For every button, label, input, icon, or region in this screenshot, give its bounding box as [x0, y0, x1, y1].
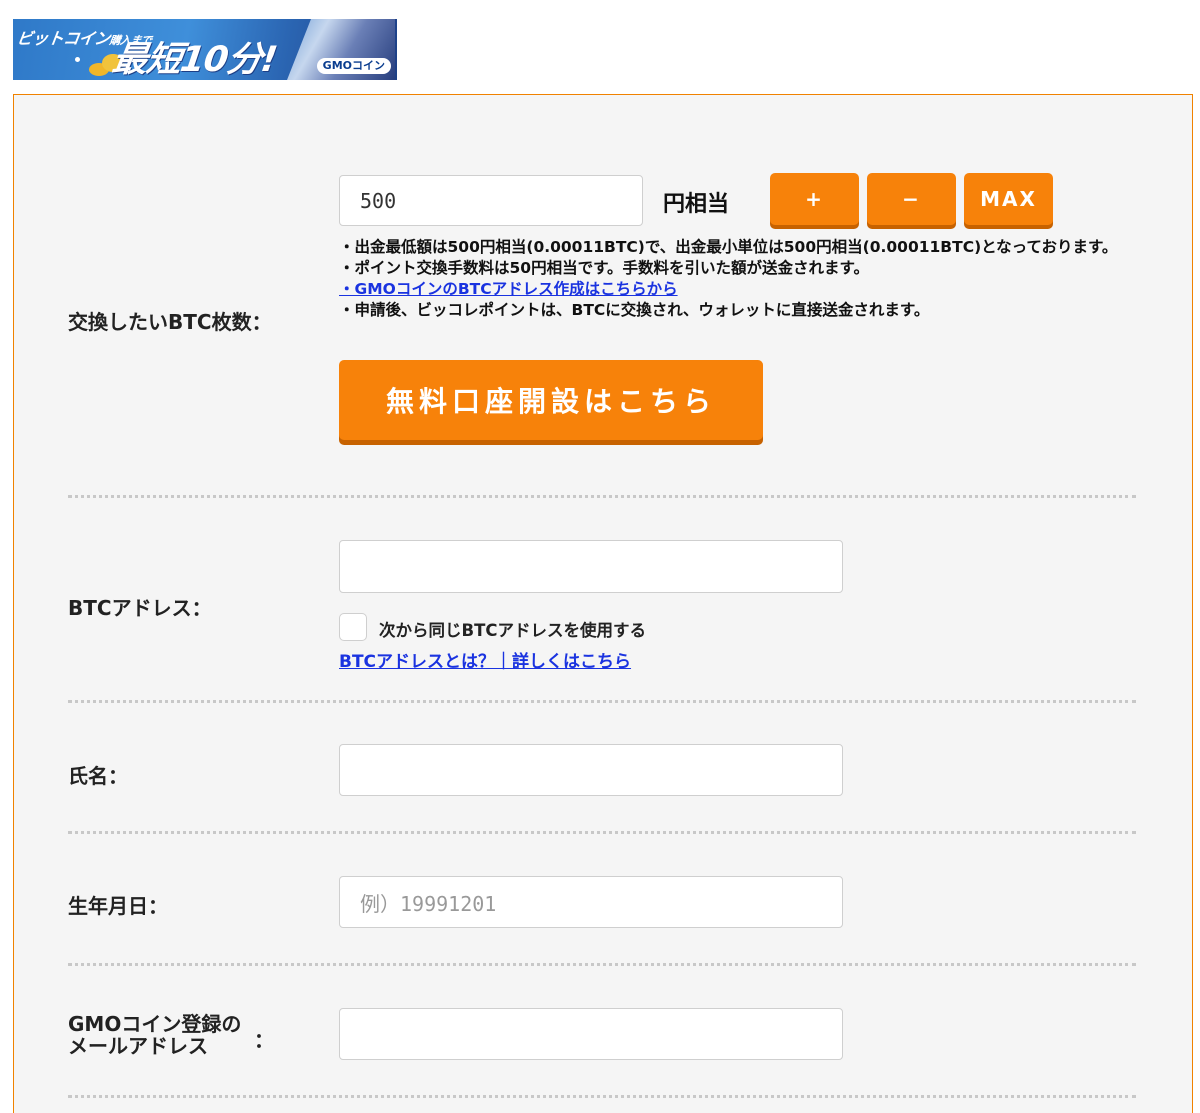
minus-button[interactable]: −: [867, 173, 956, 225]
name-label: 氏名：: [68, 764, 128, 788]
gmo-email-label-line2: メールアドレス: [68, 1034, 208, 1058]
note-fee: ・ポイント交換手数料は50円相当です。手数料を引いた額が送金されます。: [339, 259, 869, 277]
divider: [68, 700, 1136, 703]
btc-address-input[interactable]: [339, 540, 843, 593]
btc-address-help-link[interactable]: BTCアドレスとは？｜詳しくはこちら: [339, 647, 631, 672]
max-button[interactable]: MAX: [964, 173, 1053, 225]
same-address-checkbox[interactable]: [339, 613, 367, 641]
note-minimum: ・出金最低額は500円相当(0.00011BTC)で、出金最小単位は500円相当…: [339, 238, 1118, 256]
plus-button[interactable]: +: [770, 173, 859, 225]
gmo-address-link[interactable]: ・GMOコインのBTCアドレス作成はこちらから: [339, 279, 1119, 300]
divider: [68, 495, 1136, 498]
note-transfer: ・申請後、ビッコレポイントは、BTCに交換され、ウォレットに直接送金されます。: [339, 301, 930, 319]
banner-headline: 最短10分!: [109, 40, 279, 80]
divider: [68, 1095, 1136, 1098]
btc-address-label: BTCアドレス：: [68, 596, 212, 620]
name-input[interactable]: [339, 744, 843, 796]
gmo-email-input[interactable]: [339, 1008, 843, 1060]
divider: [68, 963, 1136, 966]
gmo-coin-logo: GMOコイン: [316, 58, 391, 74]
same-address-checkbox-label[interactable]: 次から同じBTCアドレスを使用する: [379, 617, 646, 641]
gmo-email-colon: ：: [254, 1028, 274, 1052]
btc-amount-label: 交換したいBTC枚数：: [68, 310, 272, 334]
gmo-email-label-line1: GMOコイン登録の: [68, 1012, 242, 1036]
gmo-email-label: GMOコイン登録の メールアドレス: [68, 1013, 241, 1057]
birthdate-input[interactable]: 例）19991201: [339, 876, 843, 928]
open-account-button[interactable]: 無料口座開設はこちら: [339, 360, 763, 440]
btc-amount-input[interactable]: 500: [339, 175, 643, 226]
birthdate-label: 生年月日：: [68, 894, 168, 918]
gmo-coin-banner[interactable]: ビットコイン購入まで 最短10分! GMOコイン: [13, 19, 397, 80]
sparkle-icon: [75, 57, 80, 62]
divider: [68, 831, 1136, 834]
amount-notes: ・出金最低額は500円相当(0.00011BTC)で、出金最小単位は500円相当…: [339, 237, 1119, 321]
unit-label: 円相当: [663, 192, 730, 217]
